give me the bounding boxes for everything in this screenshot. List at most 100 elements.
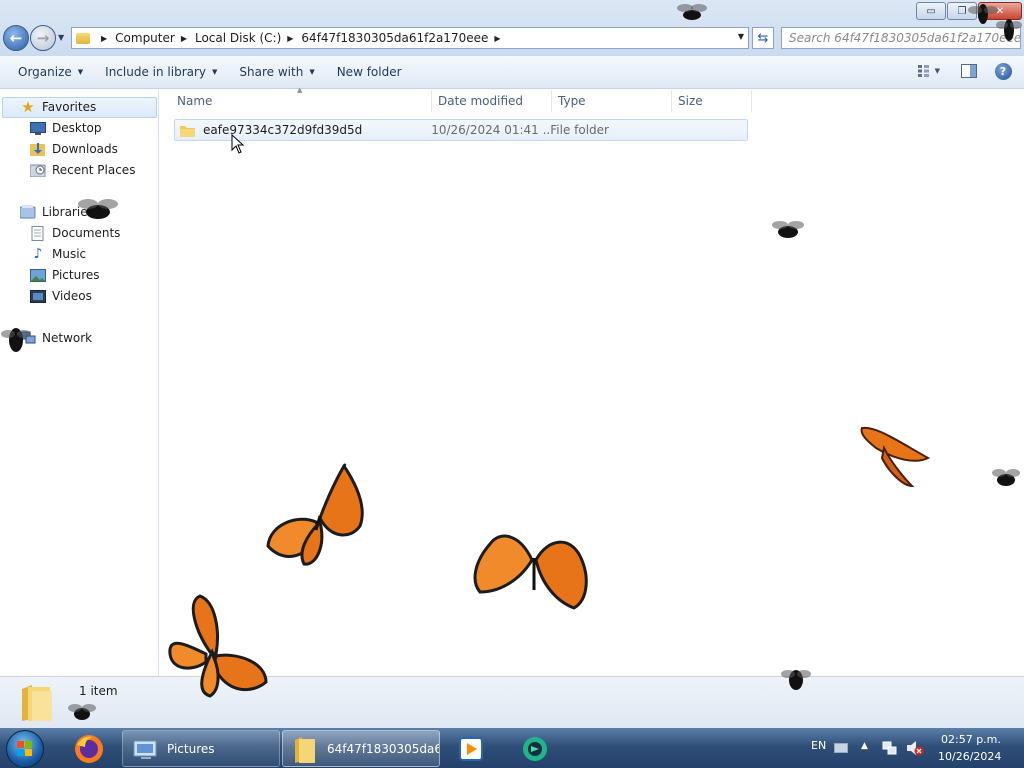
refresh-button[interactable]: ⇆: [752, 27, 774, 49]
pictures-window-icon: [133, 740, 157, 759]
taskbar-chat-app[interactable]: [510, 730, 560, 767]
breadcrumb-chevron-icon[interactable]: ▶: [101, 34, 107, 43]
videos-icon: [30, 289, 46, 303]
details-pane: 1 item: [0, 676, 1024, 728]
butterfly-overlay: [266, 463, 364, 566]
nav-recent-places[interactable]: Recent Places: [30, 160, 135, 180]
chevron-down-icon: ▼: [212, 68, 218, 76]
downloads-icon: [30, 142, 46, 156]
nav-label: Pictures: [52, 268, 100, 282]
column-header-label: Size: [678, 94, 703, 108]
nav-favorites[interactable]: ★ Favorites: [20, 97, 96, 117]
nav-pictures[interactable]: Pictures: [30, 265, 100, 285]
butterfly-overlay: [473, 534, 588, 610]
nav-label: Downloads: [52, 142, 118, 156]
share-with-label: Share with: [239, 65, 304, 79]
breadcrumb-chevron-icon[interactable]: ▶: [287, 34, 293, 43]
nav-videos[interactable]: Videos: [30, 286, 92, 306]
nav-label: Network: [42, 331, 93, 345]
fly-overlay: [781, 670, 811, 690]
nav-desktop[interactable]: Desktop: [30, 118, 102, 138]
clock-time[interactable]: 02:57 p.m.: [941, 733, 1001, 746]
file-row[interactable]: eafe97334c372d9fd39d5d 10/26/2024 01:41 …: [174, 119, 748, 141]
back-button[interactable]: ←: [3, 25, 29, 51]
column-header-label: Name: [177, 94, 213, 108]
column-headers: Name ▲ Date modified Type Size: [160, 86, 752, 112]
change-view-button[interactable]: ▼: [918, 60, 940, 82]
preview-pane-button[interactable]: [958, 60, 980, 82]
fly-overlay: [68, 704, 96, 720]
new-folder-label: New folder: [336, 65, 402, 79]
volume-muted-icon[interactable]: [906, 740, 924, 756]
breadcrumb-chevron-icon[interactable]: ▶: [181, 34, 187, 43]
address-bar[interactable]: ▶ Computer ▶ Local Disk (C:) ▶ 64f47f183…: [71, 27, 749, 49]
nav-music[interactable]: ♪ Music: [30, 244, 87, 264]
file-type: File folder: [550, 123, 609, 137]
butterfly-overlay: [168, 594, 268, 698]
music-note-icon: ♪: [33, 246, 43, 262]
folder-icon: [180, 124, 195, 137]
desktop-icon: [30, 121, 46, 135]
share-with-button[interactable]: Share with ▼: [229, 60, 324, 84]
nav-label: Music: [52, 247, 87, 261]
forward-arrow-icon: →: [36, 29, 50, 47]
back-arrow-icon: ←: [9, 29, 23, 47]
organize-label: Organize: [18, 65, 72, 79]
view-controls: ▼ ?: [906, 60, 1014, 82]
keyboard-icon[interactable]: [834, 743, 848, 753]
chevron-down-icon: ▼: [934, 67, 940, 75]
pictures-icon: [30, 268, 46, 282]
organize-button[interactable]: Organize ▼: [8, 60, 93, 84]
nav-label: Favorites: [42, 100, 97, 114]
breadcrumb-computer[interactable]: Computer: [115, 31, 175, 45]
column-header-date-modified[interactable]: Date modified: [432, 90, 552, 112]
taskbar-pictures[interactable]: Pictures: [122, 730, 280, 767]
search-placeholder: Search 64f47f1830305da61f2a170eee: [789, 31, 1021, 45]
refresh-icon: ⇆: [757, 30, 769, 46]
media-player-icon: [459, 736, 483, 761]
nav-downloads[interactable]: Downloads: [30, 139, 118, 159]
taskbar-firefox[interactable]: [64, 730, 114, 767]
fly-overlay: [992, 469, 1020, 486]
include-in-library-button[interactable]: Include in library ▼: [95, 60, 227, 84]
chevron-down-icon: ▼: [77, 68, 84, 76]
breadcrumb-chevron-icon[interactable]: ▶: [494, 34, 500, 43]
taskbar-media-player[interactable]: [446, 730, 496, 767]
network-tray-icon[interactable]: [882, 740, 898, 756]
show-hidden-icons-button[interactable]: ▲: [861, 741, 868, 751]
column-header-type[interactable]: Type: [552, 90, 672, 112]
recent-pages-dropdown[interactable]: ▼: [58, 33, 64, 42]
fly-overlay: [78, 199, 118, 219]
command-bar: Organize ▼ Include in library ▼ Share with…: [0, 56, 1024, 89]
address-dropdown-icon[interactable]: ▼: [738, 32, 744, 41]
fly-overlay: [772, 221, 804, 238]
new-folder-button[interactable]: New folder: [327, 60, 412, 84]
task-label: Pictures: [167, 741, 215, 756]
fly-overlay: [677, 4, 707, 20]
butterfly-overlay: [860, 426, 931, 488]
clock-date[interactable]: 10/26/2024: [938, 750, 1001, 763]
preview-pane-icon: [961, 64, 977, 78]
mouse-cursor-icon: [231, 134, 245, 154]
task-label: 64f47f1830305da6...: [327, 741, 439, 756]
folder-icon: [295, 737, 315, 763]
start-button[interactable]: [6, 730, 44, 768]
minimize-button[interactable]: ▭: [916, 2, 946, 20]
taskbar-folder-window[interactable]: 64f47f1830305da6...: [282, 730, 440, 767]
forward-button[interactable]: →: [30, 25, 56, 51]
breadcrumb-current-folder[interactable]: 64f47f1830305da61f2a170eee: [301, 31, 488, 45]
nav-label: Recent Places: [52, 163, 136, 177]
navigation-pane: ★ Favorites Desktop Downloads Recent Pla…: [0, 90, 159, 676]
column-header-name[interactable]: Name ▲: [160, 86, 432, 112]
breadcrumb-local-disk[interactable]: Local Disk (C:): [195, 31, 281, 45]
fly-overlay: [996, 19, 1022, 41]
language-indicator[interactable]: EN: [811, 739, 826, 752]
search-input[interactable]: Search 64f47f1830305da61f2a170eee: [781, 27, 1021, 49]
chevron-down-icon: ▼: [309, 68, 315, 76]
folder-icon: [76, 32, 90, 44]
column-header-size[interactable]: Size: [672, 90, 752, 112]
nav-label: Videos: [52, 289, 92, 303]
fly-overlay: [1, 328, 31, 352]
help-button[interactable]: ?: [992, 60, 1014, 82]
sort-ascending-icon: ▲: [297, 86, 303, 94]
